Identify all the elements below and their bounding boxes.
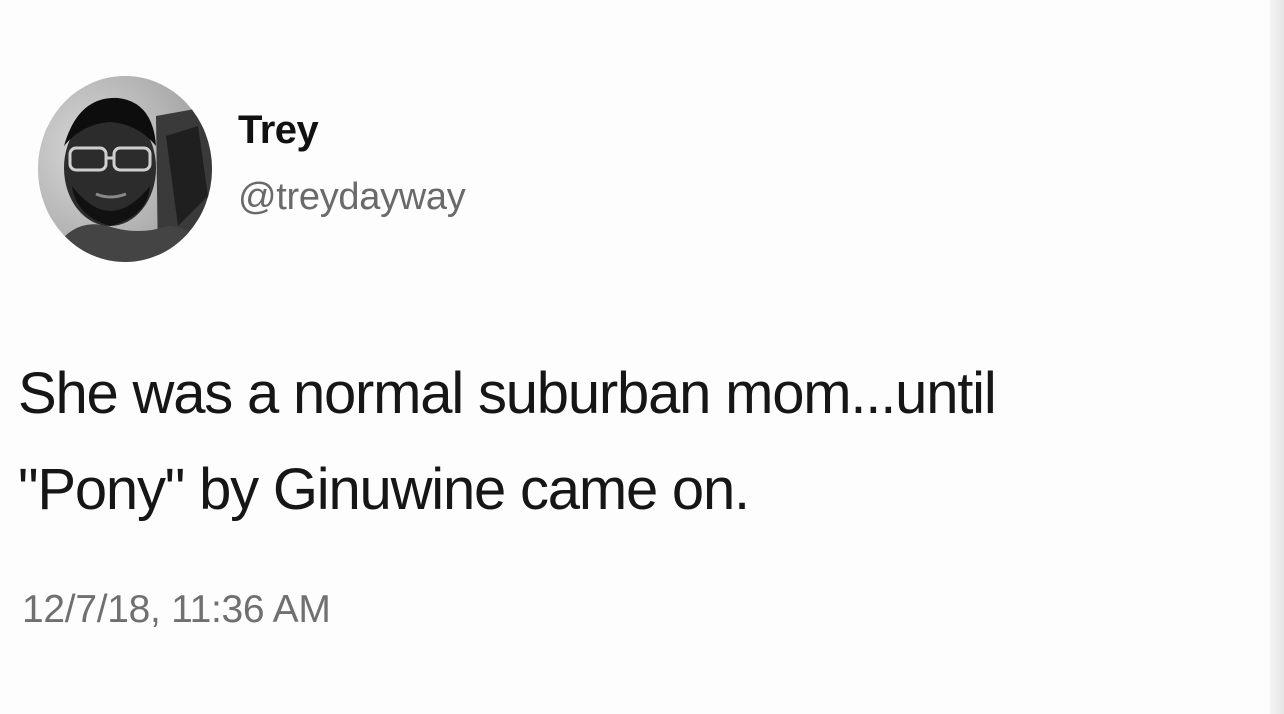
display-name[interactable]: Trey: [238, 108, 319, 153]
avatar[interactable]: [38, 76, 212, 262]
user-handle[interactable]: @treydayway: [238, 176, 466, 219]
tweet-text-line: She was a normal suburban mom...until: [18, 361, 997, 426]
tweet-timestamp[interactable]: 12/7/18, 11:36 AM: [22, 588, 331, 632]
tweet-text-line: "Pony" by Ginuwine came on.: [18, 457, 750, 522]
scrollbar-edge: [1270, 0, 1284, 714]
tweet-card: Trey @treydayway She was a normal suburb…: [0, 0, 1284, 714]
profile-photo-icon: [38, 76, 212, 262]
tweet-text: She was a normal suburban mom...until "P…: [18, 346, 1284, 538]
